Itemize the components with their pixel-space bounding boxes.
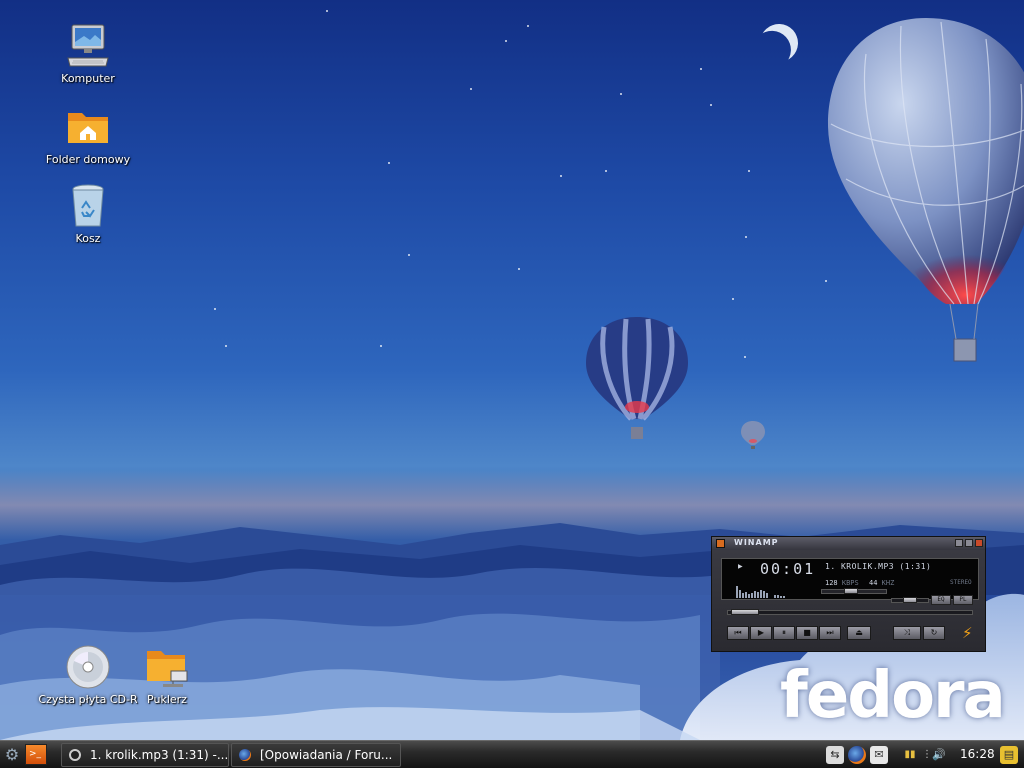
samplerate: 44 KHZ: [869, 579, 895, 587]
shade-button[interactable]: [965, 539, 973, 547]
bitrate: 128 KBPS: [825, 579, 859, 587]
trash-icon: [72, 184, 104, 227]
home-folder-icon: [68, 113, 108, 143]
play-indicator-icon: ▶: [738, 563, 743, 570]
next-button[interactable]: ⏭: [819, 626, 841, 640]
cd-disc-icon: [66, 645, 110, 689]
equalizer-toggle-button[interactable]: EQ: [931, 595, 951, 605]
play-button[interactable]: ▶: [750, 626, 772, 640]
desktop-icon-trash[interactable]: Kosz: [38, 182, 138, 245]
song-title: 1. KROLIK.MP3 (1:31): [825, 562, 932, 571]
keyboard-layout-icon[interactable]: ▮▮: [904, 746, 916, 764]
volume-knob[interactable]: [844, 588, 859, 594]
playlist-toggle-button[interactable]: PL: [953, 595, 973, 605]
repeat-button[interactable]: ↻: [923, 626, 945, 640]
computer-icon: [67, 24, 109, 67]
eject-button[interactable]: ⏏: [847, 626, 871, 640]
close-button[interactable]: [975, 539, 983, 547]
network-switch-icon[interactable]: ⇆: [826, 746, 844, 764]
hot-air-balloon-medium: [586, 317, 688, 439]
winamp-menu-icon[interactable]: [716, 539, 725, 548]
winamp-display: ▶ 00:01 1. KROLIK.MP3 (1:31) 128 KBPS 44…: [721, 558, 979, 600]
fedora-logo: fedora: [780, 659, 1006, 733]
firefox-launcher-icon[interactable]: [848, 746, 866, 764]
taskbar-task-winamp[interactable]: 1. krolik.mp3 (1:31) -...: [61, 743, 229, 767]
stereo-indicator: STEREO: [950, 579, 972, 586]
winamp-title-bar[interactable]: WINAMP: [712, 537, 985, 550]
desktop-icon-label: Komputer: [61, 72, 115, 85]
clock[interactable]: 16:28: [960, 746, 995, 762]
taskbar-task-firefox[interactable]: [Opowiadania / Foru...: [231, 743, 401, 767]
balance-knob[interactable]: [903, 597, 917, 603]
desktop-icon-puklerz[interactable]: Puklerz: [117, 643, 217, 706]
elapsed-time[interactable]: 00:01: [760, 560, 815, 578]
hot-air-balloon-large: [828, 18, 1024, 362]
spectrum-visualizer[interactable]: [734, 584, 804, 598]
task-label: [Opowiadania / Foru...: [260, 748, 393, 762]
desktop-icon-label: Puklerz: [147, 693, 187, 706]
desktop-icon-label: Kosz: [75, 232, 101, 245]
terminal-launcher-icon[interactable]: >_: [25, 744, 47, 765]
taskbar: ⚙ >_ 1. krolik.mp3 (1:31) -... [Opowiada…: [0, 740, 1024, 768]
network-folder-icon: [147, 651, 188, 687]
winamp-title: WINAMP: [734, 538, 779, 547]
notification-icon[interactable]: ▤: [1000, 746, 1018, 764]
seek-bar[interactable]: [727, 610, 973, 615]
pause-button[interactable]: ⏸: [773, 626, 795, 640]
desktop-icon-home-folder[interactable]: Folder domowy: [38, 103, 138, 166]
winamp-bolt-icon[interactable]: ⚡: [962, 625, 973, 641]
winamp-task-icon: [69, 748, 81, 761]
start-menu-button[interactable]: ⚙: [1, 744, 23, 766]
moon: [755, 19, 804, 68]
winamp-window[interactable]: WINAMP ▶ 00:01 1. KROLIK.MP3 (1:31) 128 …: [711, 536, 986, 652]
hot-air-balloon-small: [741, 421, 765, 449]
volume-icon[interactable]: 🔊: [930, 746, 948, 764]
previous-button[interactable]: ⏮: [727, 626, 749, 640]
shuffle-button[interactable]: ⤨: [893, 626, 921, 640]
desktop-icon-label: Folder domowy: [45, 153, 131, 166]
desktop-icon-computer[interactable]: Komputer: [38, 22, 138, 85]
mail-icon[interactable]: ✉: [870, 746, 888, 764]
seek-knob[interactable]: [731, 609, 760, 615]
firefox-task-icon: [239, 748, 251, 761]
stop-button[interactable]: ■: [796, 626, 818, 640]
minimize-button[interactable]: [955, 539, 963, 547]
task-label: 1. krolik.mp3 (1:31) -...: [90, 748, 229, 762]
